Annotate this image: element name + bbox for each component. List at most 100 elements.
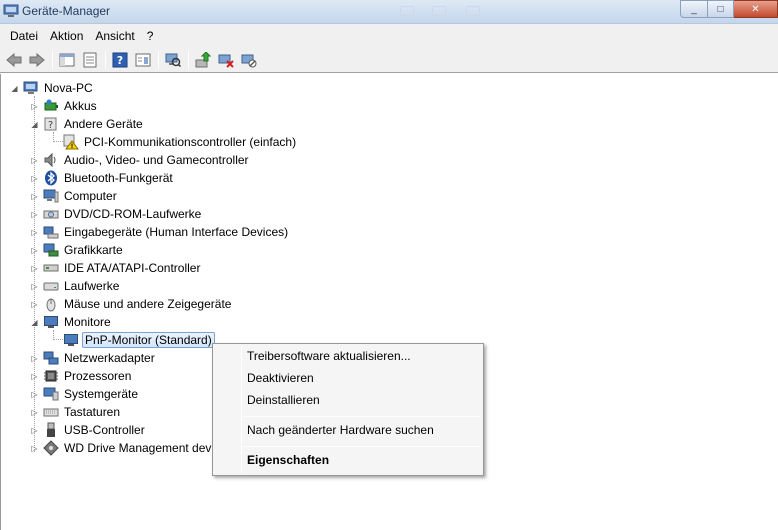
tree-item-usb[interactable]: ▷ USB-Controller [30,421,147,439]
expand-arrow-icon[interactable]: ▷ [30,300,39,309]
tree-item-pnp-monitor[interactable]: PnP-Monitor (Standard) [63,331,215,349]
console-tree-icon[interactable] [57,50,77,70]
disk-drive-icon [43,278,59,294]
expand-arrow-icon[interactable]: ▷ [30,354,39,363]
tree-item-pci-controller[interactable]: PCI-Kommunikationscontroller (einfach) [63,133,298,151]
usb-icon [43,422,59,438]
view-icon[interactable] [133,50,153,70]
tree-item-monitore[interactable]: ◢ Monitore [30,313,113,331]
svg-text:?: ? [48,120,53,131]
expand-arrow-icon[interactable]: ▷ [30,390,39,399]
bluetooth-icon [43,170,59,186]
close-button[interactable]: ✕ [734,0,778,18]
tree-label: Audio-, Video- und Gamecontroller [64,153,249,167]
tree-item-ide[interactable]: ▷ IDE ATA/ATAPI-Controller [30,259,202,277]
tree-item-hid[interactable]: ▷ Eingabegeräte (Human Interface Devices… [30,223,290,241]
tree-item-prozessoren[interactable]: ▷ Prozessoren [30,367,133,385]
menu-datei[interactable]: Datei [4,29,44,43]
tree-item-akkus[interactable]: ▷ Akkus [30,97,99,115]
maximize-button[interactable]: □ [708,0,734,18]
device-manager-app-icon [3,4,19,18]
expand-arrow-icon[interactable]: ▷ [30,192,39,201]
graphics-card-icon [43,242,59,258]
disable-icon[interactable] [239,50,259,70]
tree-item-wd-drive[interactable]: ▷ WD Drive Management devi [30,439,216,457]
tree-label: Systemgeräte [64,387,139,401]
menu-bar: Datei Aktion Ansicht ? [0,24,778,47]
tree-item-dvd[interactable]: ▷ DVD/CD-ROM-Laufwerke [30,205,203,223]
toolbar-separator [188,50,189,69]
update-driver-icon[interactable] [193,50,213,70]
system-device-icon [43,386,59,402]
expand-arrow-icon[interactable]: ▷ [30,372,39,381]
network-adapter-icon [43,350,59,366]
forward-icon[interactable] [27,50,47,70]
collapse-arrow-icon[interactable]: ◢ [30,318,39,327]
monitor-icon [63,332,79,348]
menu-ansicht[interactable]: Ansicht [89,29,140,43]
speaker-icon [43,152,59,168]
expand-arrow-icon[interactable]: ▷ [30,282,39,291]
expand-arrow-icon[interactable]: ▷ [30,210,39,219]
tree-item-maeuse[interactable]: ▷ Mäuse und andere Zeigegeräte [30,295,233,313]
tree-item-bluetooth[interactable]: ▷ Bluetooth-Funkgerät [30,169,175,187]
tree-label: Bluetooth-Funkgerät [64,171,173,185]
menu-item-properties[interactable]: Eigenschaften [247,450,329,470]
tree-item-systemgeraete[interactable]: ▷ Systemgeräte [30,385,140,403]
expand-arrow-icon[interactable]: ▷ [30,156,39,165]
tree-item-computer[interactable]: ▷ Computer [30,187,119,205]
dvd-drive-icon [43,206,59,222]
tree-item-audio[interactable]: ▷ Audio-, Video- und Gamecontroller [30,151,251,169]
tree-label: Laufwerke [64,279,120,293]
computer-icon [43,188,59,204]
tree-label: WD Drive Management devi [64,441,215,455]
toolbar-separator [158,50,159,69]
window-title: Geräte-Manager [22,4,111,18]
tree-label: Andere Geräte [64,117,143,131]
mouse-icon [43,296,59,312]
back-icon[interactable] [4,50,24,70]
menu-item-update-driver[interactable]: Treibersoftware aktualisieren... [247,346,411,366]
expand-arrow-icon[interactable]: ▷ [30,246,39,255]
properties-icon[interactable] [80,50,100,70]
hidden-title-icon [466,6,480,16]
expand-arrow-icon[interactable]: ▷ [30,174,39,183]
tree-item-netzwerkadapter[interactable]: ▷ Netzwerkadapter [30,349,157,367]
uninstall-icon[interactable] [216,50,236,70]
tree-label: IDE ATA/ATAPI-Controller [64,261,201,275]
expand-arrow-icon[interactable]: ▷ [30,408,39,417]
menu-item-uninstall[interactable]: Deinstallieren [247,390,320,410]
menu-aktion[interactable]: Aktion [44,29,89,43]
tree-label: Computer [64,189,117,203]
expand-arrow-icon[interactable]: ▷ [30,228,39,237]
collapse-arrow-icon[interactable]: ◢ [30,120,39,129]
context-menu-separator [243,416,480,417]
tree-label: Eingabegeräte (Human Interface Devices) [64,225,289,239]
minimize-button[interactable]: _ [680,0,708,18]
toolbar-separator [105,50,106,69]
menu-help[interactable]: ? [141,29,160,43]
hidden-title-icon [400,6,414,16]
monitor-icon [43,314,59,330]
expand-arrow-icon[interactable]: ▷ [30,444,39,453]
tree-item-andere-geraete[interactable]: ◢ ? Andere Geräte [30,115,145,133]
tree-root[interactable]: ◢ Nova-PC [10,79,95,97]
expand-arrow-icon[interactable]: ▷ [30,102,39,111]
menu-item-scan-hardware[interactable]: Nach geänderter Hardware suchen [247,420,434,440]
collapse-arrow-icon[interactable]: ◢ [10,84,19,93]
toolbar-separator [52,50,53,69]
title-bar[interactable]: Geräte-Manager _ □ ✕ [0,0,778,24]
tree-item-grafikkarte[interactable]: ▷ Grafikkarte [30,241,125,259]
computer-icon [23,80,39,96]
help-icon[interactable]: ? [110,50,130,70]
processor-icon [43,368,59,384]
input-device-icon [43,224,59,240]
tree-item-laufwerke[interactable]: ▷ Laufwerke [30,277,121,295]
scan-hardware-icon[interactable] [163,50,183,70]
expand-arrow-icon[interactable]: ▷ [30,426,39,435]
menu-item-disable[interactable]: Deaktivieren [247,368,314,388]
toolbar: ? [0,47,778,73]
tree-label: PCI-Kommunikationscontroller (einfach) [84,135,297,149]
tree-item-tastaturen[interactable]: ▷ Tastaturen [30,403,122,421]
expand-arrow-icon[interactable]: ▷ [30,264,39,273]
